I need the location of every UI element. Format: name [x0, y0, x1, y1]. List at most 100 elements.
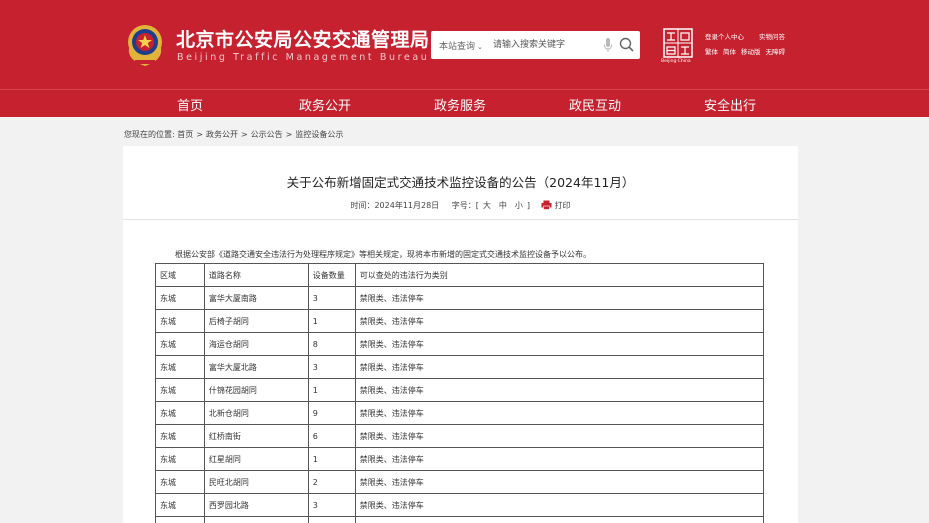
table-row: 东城 富华大厦南路 3 禁限类、违法停车 — [155, 286, 765, 310]
utility-links-bottom: 繁体 简体 移动版 无障碍 — [705, 46, 790, 56]
table-row: 东城 红星胡同 1 禁限类、违法停车 — [155, 447, 765, 471]
header-road-name: 道路名称 — [203, 263, 309, 287]
search-scope-label: 本站查询 — [439, 42, 476, 52]
cell-road-name: 富华大厦北路 — [203, 355, 309, 379]
cell-road-name: 红星胡同 — [203, 447, 309, 471]
cell-road-name: 红桥南街 — [203, 424, 309, 448]
cell-device-count: 1 — [307, 447, 356, 471]
font-size-medium[interactable]: 中 — [499, 201, 507, 210]
publish-date: 2024年11月28日 — [374, 201, 440, 210]
breadcrumb-item-home[interactable]: 首页 — [177, 130, 193, 139]
cell-violation-types: 禁限类、违法停车 — [354, 355, 765, 379]
cell-district: 东城 — [155, 470, 205, 494]
cell-road-name: 后椅子胡同 — [203, 309, 309, 333]
cell-road-name: 富华大厦南路 — [203, 286, 309, 310]
capital-logo-icon[interactable] — [663, 28, 693, 58]
login-link[interactable]: 登录个人中心 — [705, 33, 744, 41]
cell-device-count: 3 — [307, 355, 356, 379]
table-row: 东城 海运仓胡同 8 禁限类、违法停车 — [155, 332, 765, 356]
cell-district: 东城 — [155, 493, 205, 517]
article-intro: 根据公安部《道路交通安全违法行为处理程序规定》等相关规定，现将本市新增的固定式交… — [175, 250, 591, 259]
header-district: 区域 — [155, 263, 205, 287]
breadcrumb-item-government-affairs[interactable]: 政务公开 — [206, 130, 238, 139]
breadcrumb: 您现在的位置: 首页 > 政务公开 > 公示公告 > 监控设备公示 — [124, 129, 343, 140]
simplified-chinese-link[interactable]: 简体 — [723, 48, 736, 56]
cell-road-name — [203, 516, 309, 523]
table-row: 东城 什锦花园胡同 1 禁限类、违法停车 — [155, 378, 765, 402]
cell-district: 东城 — [155, 309, 205, 333]
cell-district: 东城 — [155, 332, 205, 356]
cell-violation-types: 禁限类、违法停车 — [354, 309, 765, 333]
cell-district: 东城 — [155, 378, 205, 402]
nav-item-public-interaction[interactable]: 政民互动 — [569, 95, 621, 114]
cell-device-count: 3 — [307, 493, 356, 517]
cell-road-name: 北新仓胡同 — [203, 401, 309, 425]
cell-violation-types: 禁限类、违法停车 — [354, 401, 765, 425]
search-input[interactable] — [493, 35, 593, 55]
breadcrumb-prefix: 您现在的位置: — [124, 130, 175, 139]
breadcrumb-item-monitoring-devices[interactable]: 监控设备公示 — [295, 130, 343, 139]
nav-item-government-affairs[interactable]: 政务公开 — [299, 95, 351, 114]
cell-device-count: 9 — [307, 401, 356, 425]
cell-road-name: 什锦花园胡同 — [203, 378, 309, 402]
nav-item-home[interactable]: 首页 — [177, 95, 203, 114]
table-row: 东城 民旺北胡同 2 禁限类、违法停车 — [155, 470, 765, 494]
cell-district: 东城 — [155, 286, 205, 310]
nav-item-government-services[interactable]: 政务服务 — [434, 95, 486, 114]
print-link[interactable]: 打印 — [555, 201, 571, 210]
header-violation-types: 可以查处的违法行为类别 — [354, 263, 765, 287]
cell-road-name: 海运仓胡同 — [203, 332, 309, 356]
font-size-large[interactable]: 大 — [483, 201, 491, 210]
site-header: 北京市公安局公安交通管理局 Beijing Traffic Management… — [0, 0, 929, 89]
mobile-version-link[interactable]: 移动版 — [741, 48, 761, 56]
print-icon[interactable] — [541, 200, 552, 210]
table-row: 东城 富华大厦北路 3 禁限类、违法停车 — [155, 355, 765, 379]
cell-device-count: 6 — [307, 424, 356, 448]
police-emblem-icon[interactable] — [123, 20, 167, 68]
cell-device-count: 8 — [307, 332, 356, 356]
site-title[interactable]: 北京市公安局公安交通管理局 — [176, 25, 430, 52]
cell-violation-types: 禁限类、违法停车 — [354, 286, 765, 310]
table-row: 东城 后椅子胡同 1 禁限类、违法停车 — [155, 309, 765, 333]
cell-violation-types: 禁限类、违法停车 — [354, 470, 765, 494]
breadcrumb-separator: > — [196, 130, 203, 139]
search-scope-select[interactable]: 本站查询 ⌄ — [439, 39, 483, 52]
devices-table: 区域 道路名称 设备数量 可以查处的违法行为类别 东城 富华大厦南路 3 禁限类、违法… — [155, 263, 765, 523]
header-device-count: 设备数量 — [307, 263, 356, 287]
time-label: 时间： — [350, 201, 375, 210]
main-nav: 首页 政务公开 政务服务 政民互动 安全出行 — [0, 89, 929, 117]
article-title: 关于公布新增固定式交通技术监控设备的公告（2024年11月） — [286, 175, 635, 190]
font-size-small[interactable]: 小 — [515, 201, 523, 210]
article-panel: 关于公布新增固定式交通技术监控设备的公告（2024年11月） 时间：2024年1… — [123, 146, 798, 523]
cell-road-name: 民旺北胡同 — [203, 470, 309, 494]
accessibility-link[interactable]: 无障碍 — [766, 48, 786, 56]
cell-device-count — [307, 516, 356, 523]
breadcrumb-separator: > — [240, 130, 248, 139]
cell-violation-types: 禁限类、违法停车 — [354, 378, 765, 402]
cell-district: 东城 — [155, 447, 205, 471]
cell-violation-types — [354, 516, 765, 523]
cell-device-count: 2 — [307, 470, 356, 494]
table-row: 东城 西罗园北路 3 禁限类、违法停车 — [155, 493, 765, 517]
cell-device-count: 1 — [307, 378, 356, 402]
cell-district: 东城 — [155, 401, 205, 425]
article-meta: 时间：2024年11月28日 字号：[大中小] 打印 — [350, 200, 571, 210]
cell-road-name: 西罗园北路 — [203, 493, 309, 517]
nav-item-safe-travel[interactable]: 安全出行 — [704, 95, 756, 114]
qa-link[interactable]: 实物问答 — [759, 33, 785, 41]
title-divider — [123, 219, 798, 220]
search-icon[interactable] — [619, 37, 634, 52]
utility-links-top: 登录个人中心 实物问答 — [705, 31, 790, 41]
cell-violation-types: 禁限类、违法停车 — [354, 493, 765, 517]
cell-device-count: 1 — [307, 309, 356, 333]
cell-district — [155, 516, 205, 523]
site-subtitle: Beijing Traffic Management Bureau — [177, 52, 430, 63]
breadcrumb-item-announcements[interactable]: 公示公告 — [251, 130, 283, 139]
capital-logo-text: Beijing·China — [661, 59, 691, 64]
table-header-row: 区域 道路名称 设备数量 可以查处的违法行为类别 — [155, 263, 765, 287]
traditional-chinese-link[interactable]: 繁体 — [705, 48, 718, 56]
microphone-icon[interactable] — [603, 37, 613, 53]
chevron-down-icon: ⌄ — [477, 43, 483, 51]
breadcrumb-separator: > — [285, 130, 293, 139]
cell-device-count: 3 — [307, 286, 356, 310]
